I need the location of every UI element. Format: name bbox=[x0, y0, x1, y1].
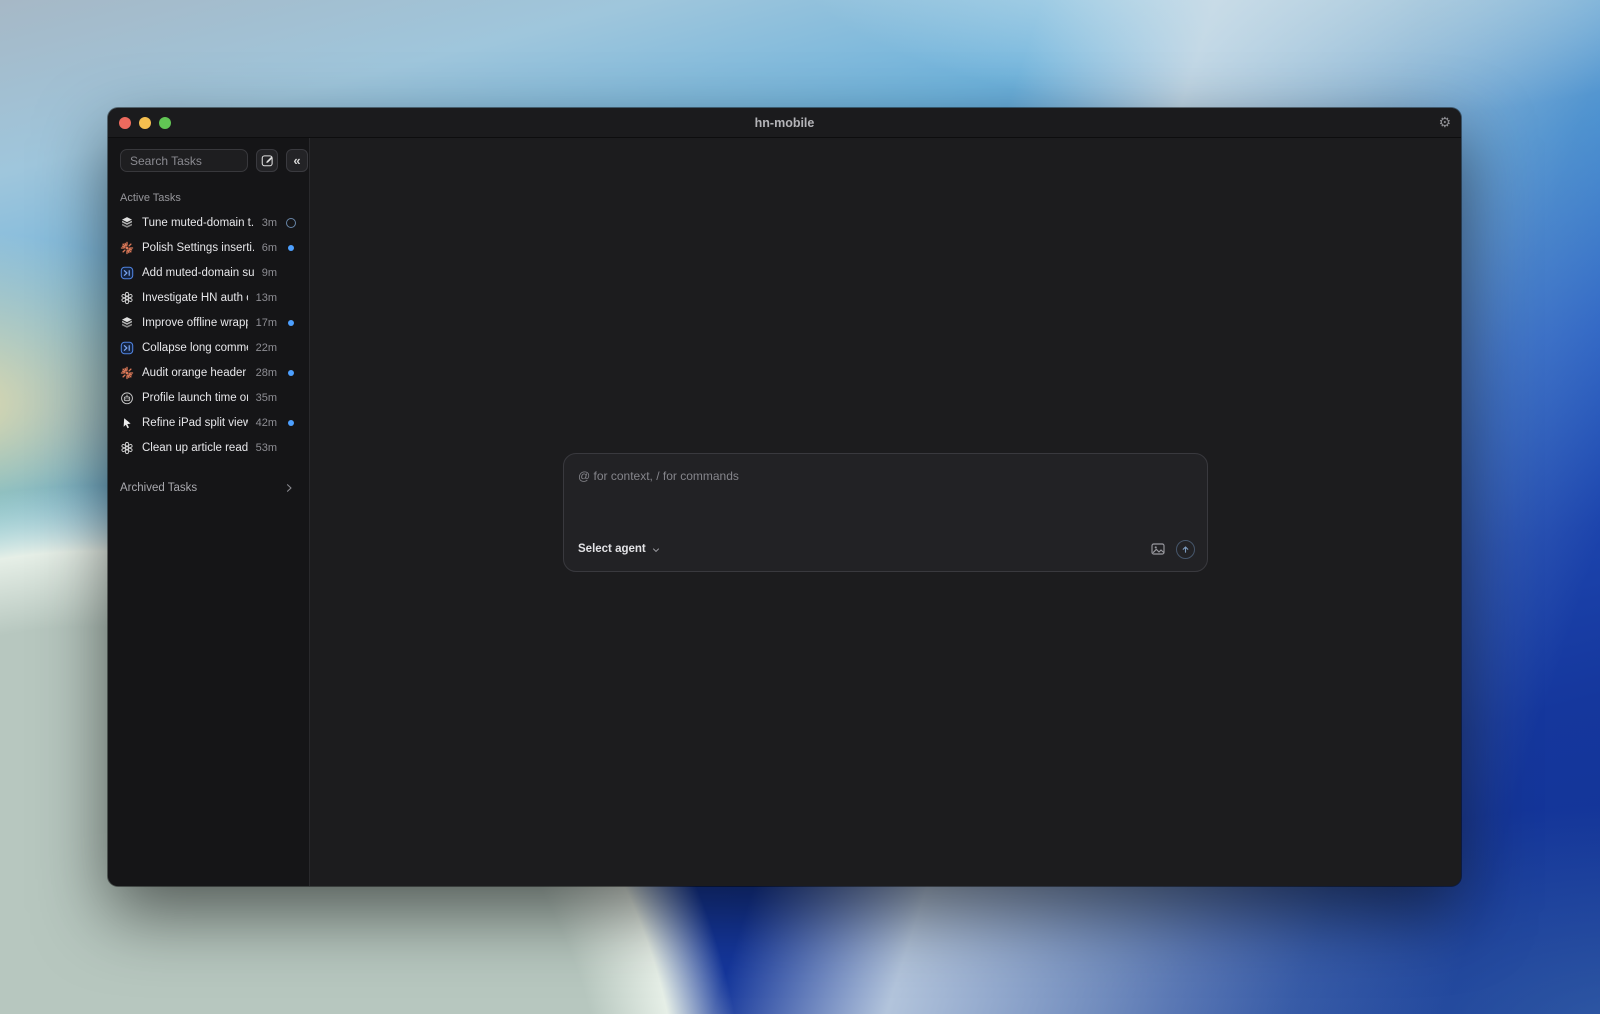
task-list: Tune muted-domain t... 3m Polish Setting… bbox=[108, 210, 309, 460]
task-label: Add muted-domain su... bbox=[142, 266, 254, 279]
task-time: 9m bbox=[261, 266, 277, 279]
task-time: 6m bbox=[261, 241, 277, 254]
titlebar: hn-mobile ⚙︎ bbox=[108, 108, 1461, 138]
main-content: Select agent bbox=[310, 138, 1461, 886]
close-window-button[interactable] bbox=[119, 116, 131, 129]
task-label: Collapse long comme... bbox=[142, 341, 248, 354]
unread-dot bbox=[285, 370, 297, 376]
select-agent-label: Select agent bbox=[578, 543, 646, 555]
image-attach-icon bbox=[1150, 541, 1166, 557]
send-button[interactable] bbox=[1176, 539, 1195, 559]
task-time: 53m bbox=[255, 441, 277, 454]
window-body: « Active Tasks Tune muted-domain t... 3m… bbox=[108, 138, 1461, 886]
composer-actions bbox=[1150, 539, 1195, 559]
chevron-right-icon bbox=[283, 482, 295, 494]
gear-icon[interactable]: ⚙︎ bbox=[1438, 108, 1451, 138]
collapse-sidebar-icon: « bbox=[293, 153, 301, 168]
archived-tasks-label: Archived Tasks bbox=[120, 482, 198, 494]
bot-icon bbox=[120, 391, 134, 405]
unread-dot bbox=[285, 420, 297, 426]
task-list-item[interactable]: Collapse long comme... 22m bbox=[108, 335, 309, 360]
task-time: 3m bbox=[261, 216, 277, 229]
task-list-item[interactable]: Tune muted-domain t... 3m bbox=[108, 210, 309, 235]
collapse-sidebar-button[interactable]: « bbox=[286, 149, 308, 172]
compose-icon bbox=[260, 153, 275, 168]
app-window: hn-mobile ⚙︎ « Active Tasks Tune muted-d… bbox=[108, 108, 1461, 886]
task-label: Refine iPad split view l... bbox=[142, 416, 248, 429]
task-label: Investigate HN auth c... bbox=[142, 291, 248, 304]
chevron-down-icon bbox=[651, 545, 661, 555]
claude-icon bbox=[120, 241, 134, 255]
window-title: hn-mobile bbox=[754, 115, 815, 130]
task-time: 35m bbox=[255, 391, 277, 404]
task-list-item[interactable]: Polish Settings inserti... 6m bbox=[108, 235, 309, 260]
task-time: 42m bbox=[255, 416, 277, 429]
unread-dot bbox=[285, 245, 297, 251]
task-time: 28m bbox=[255, 366, 277, 379]
task-label: Tune muted-domain t... bbox=[142, 216, 254, 229]
search-input[interactable] bbox=[120, 149, 248, 172]
task-list-item[interactable]: Add muted-domain su... 9m bbox=[108, 260, 309, 285]
traffic-lights bbox=[108, 116, 171, 129]
composer-toolbar: Select agent bbox=[564, 539, 1207, 571]
codex-icon bbox=[120, 266, 134, 280]
desktop: hn-mobile ⚙︎ « Active Tasks Tune muted-d… bbox=[0, 0, 1600, 1014]
archived-tasks-item[interactable]: Archived Tasks bbox=[108, 477, 309, 499]
minimize-window-button[interactable] bbox=[139, 116, 151, 129]
task-list-item[interactable]: Investigate HN auth c... 13m bbox=[108, 285, 309, 310]
task-list-item[interactable]: Profile launch time on ... 35m bbox=[108, 385, 309, 410]
task-label: Improve offline wrapp... bbox=[142, 316, 248, 329]
select-agent-dropdown[interactable]: Select agent bbox=[578, 543, 661, 555]
new-task-button[interactable] bbox=[256, 149, 278, 172]
active-tasks-header: Active Tasks bbox=[120, 192, 181, 204]
claude-icon bbox=[120, 366, 134, 380]
task-label: Audit orange header c... bbox=[142, 366, 248, 379]
unread-dot bbox=[285, 320, 297, 326]
task-time: 17m bbox=[255, 316, 277, 329]
task-list-item[interactable]: Refine iPad split view l... 42m bbox=[108, 410, 309, 435]
task-time: 13m bbox=[255, 291, 277, 304]
task-label: Polish Settings inserti... bbox=[142, 241, 254, 254]
task-list-item[interactable]: Improve offline wrapp... 17m bbox=[108, 310, 309, 335]
task-time: 22m bbox=[255, 341, 277, 354]
zoom-window-button[interactable] bbox=[159, 116, 171, 129]
image-attach-button[interactable] bbox=[1150, 541, 1166, 557]
task-list-item[interactable]: Audit orange header c... 28m bbox=[108, 360, 309, 385]
task-label: Profile launch time on ... bbox=[142, 391, 248, 404]
composer-input[interactable] bbox=[564, 453, 1207, 540]
sidebar-toolbar: « bbox=[108, 149, 309, 172]
task-list-item[interactable]: Clean up article reader... 53m bbox=[108, 435, 309, 460]
openai-icon bbox=[120, 291, 134, 305]
progress-ring bbox=[285, 218, 297, 228]
cube-icon bbox=[120, 216, 134, 230]
codex-icon bbox=[120, 341, 134, 355]
cube-icon bbox=[120, 316, 134, 330]
send-arrow-icon bbox=[1180, 544, 1191, 555]
message-composer: Select agent bbox=[563, 452, 1208, 572]
task-label: Clean up article reader... bbox=[142, 441, 248, 454]
cursor-icon bbox=[120, 416, 134, 430]
openai-icon bbox=[120, 441, 134, 455]
sidebar: « Active Tasks Tune muted-domain t... 3m… bbox=[108, 138, 310, 886]
